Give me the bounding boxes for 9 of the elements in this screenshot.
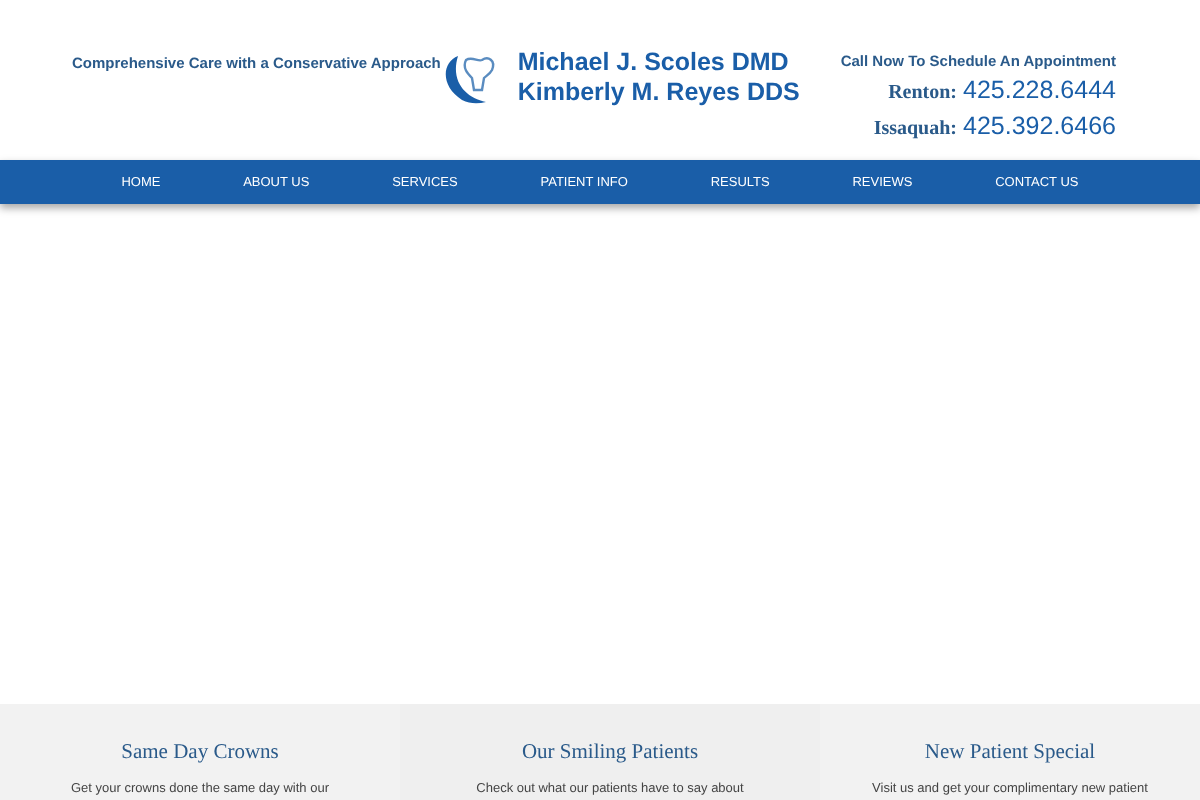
phone-number[interactable]: 425.392.6466: [963, 110, 1116, 142]
phone-number[interactable]: 425.228.6444: [963, 74, 1116, 106]
location-label: Issaquah:: [873, 116, 958, 144]
feature-title: Same Day Crowns: [121, 742, 279, 764]
feature-title: New Patient Special: [924, 742, 1096, 764]
location-label: Renton:: [888, 80, 958, 108]
feature-title: Our Smiling Patients: [521, 742, 699, 764]
practice-name: Kimberly M. Reyes DDS: [517, 78, 800, 108]
practice-name: Michael J. Scoles DMD: [517, 48, 791, 78]
